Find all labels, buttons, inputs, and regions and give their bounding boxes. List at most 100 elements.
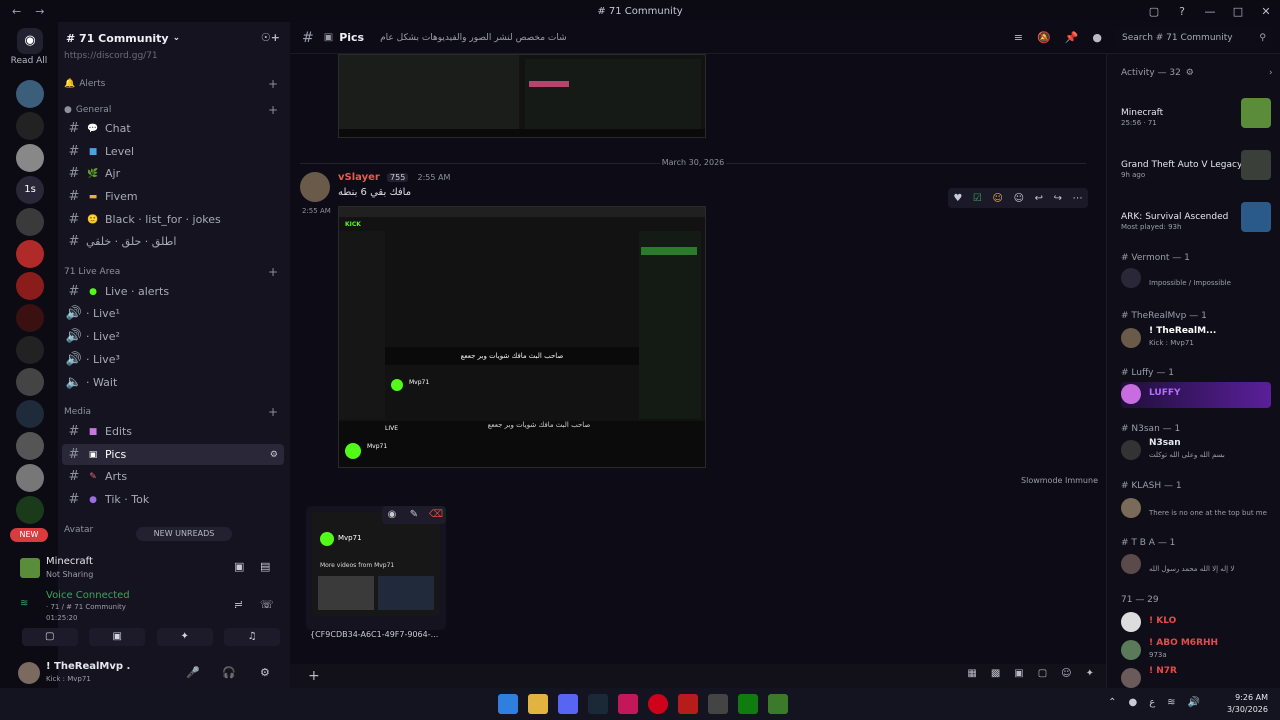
threads-icon[interactable]: ≡: [1014, 31, 1023, 44]
microphone-icon[interactable]: ●: [1128, 697, 1137, 708]
add-channel-icon[interactable]: +: [268, 405, 278, 419]
category-alerts[interactable]: 🔔 Alerts +: [64, 76, 284, 92]
apps-icon[interactable]: ▦: [967, 668, 976, 679]
maximize-button[interactable]: □: [1224, 5, 1252, 18]
server-icon[interactable]: [16, 144, 44, 172]
forward-icon[interactable]: ↪: [1054, 193, 1062, 204]
disconnect-icon[interactable]: ☏: [260, 598, 274, 611]
previous-screenshot[interactable]: [338, 54, 706, 138]
link-preview[interactable]: https://discord.gg/71: [64, 48, 284, 64]
microphone-icon[interactable]: 🎤: [186, 666, 200, 679]
activities-icon[interactable]: ✦: [1086, 668, 1094, 679]
category-general[interactable]: ● General +: [64, 102, 284, 118]
add-channel-icon[interactable]: +: [268, 103, 278, 117]
server-icon[interactable]: [16, 240, 44, 268]
voice-channel-live1[interactable]: 🔊 · Live¹: [62, 303, 284, 324]
emoji-icon[interactable]: ☺: [1061, 668, 1071, 679]
member-item[interactable]: N3san بسم الله وعلى الله توكلت: [1121, 438, 1271, 464]
category-media[interactable]: Media +: [64, 404, 284, 420]
game-activity[interactable]: Minecraft 25:56 · 71: [1121, 98, 1271, 128]
app-icon[interactable]: [678, 694, 698, 714]
member-item[interactable]: ! KLO: [1121, 610, 1271, 636]
mute-icon[interactable]: 🔕: [1037, 31, 1051, 44]
search-input[interactable]: Search # 71 Community ⚲: [1114, 28, 1272, 48]
member-item[interactable]: There is no one at the top but me: [1121, 496, 1271, 522]
member-item[interactable]: ! ABO M6RHH 973a: [1121, 638, 1271, 664]
channel-live-alerts[interactable]: # ● Live · alerts: [62, 281, 284, 302]
noise-suppression-icon[interactable]: ≓: [234, 598, 243, 611]
camera-off-icon[interactable]: ▢: [21, 628, 78, 646]
new-unreads-pill[interactable]: NEW UNREADS: [136, 527, 232, 541]
gear-icon[interactable]: ⚙: [1186, 68, 1194, 78]
headphones-icon[interactable]: 🎧: [222, 666, 236, 679]
reply-icon[interactable]: ↩: [1035, 193, 1043, 204]
member-item[interactable]: LUFFY: [1121, 382, 1271, 408]
discord-icon[interactable]: [558, 694, 578, 714]
game-activity[interactable]: Grand Theft Auto V Legacy 9h ago: [1121, 150, 1271, 180]
server-folder[interactable]: 1s: [16, 176, 44, 204]
voice-channel-live2[interactable]: 🔊 · Live²: [62, 326, 284, 347]
soundboard-icon[interactable]: ♫: [224, 628, 281, 646]
voice-location[interactable]: · 71 / # 71 Community: [46, 603, 126, 611]
close-button[interactable]: ✕: [1252, 5, 1280, 18]
members-icon[interactable]: ●: [1092, 31, 1102, 44]
language-icon[interactable]: ع: [1149, 697, 1155, 708]
channel-fivem[interactable]: # ▬ Fivem: [62, 186, 284, 207]
voice-channel-wait[interactable]: 🔈 · Wait: [62, 372, 284, 393]
read-all-button[interactable]: Read All: [0, 56, 58, 66]
activities-icon[interactable]: ✦: [156, 628, 213, 646]
add-channel-icon[interactable]: +: [268, 77, 278, 91]
server-icon[interactable]: [16, 112, 44, 140]
channel-pics[interactable]: # ▣ Pics ⚙: [62, 444, 284, 465]
server-icon[interactable]: [16, 400, 44, 428]
game-activity[interactable]: ARK: Survival Ascended Most played: 93h: [1121, 202, 1271, 232]
avatar[interactable]: [300, 172, 330, 202]
add-reaction-icon[interactable]: ☺: [1014, 193, 1024, 204]
gift-icon[interactable]: ▩: [991, 668, 1000, 679]
server-icon[interactable]: [16, 464, 44, 492]
server-icon[interactable]: [16, 368, 44, 396]
steam-icon[interactable]: [588, 694, 608, 714]
member-item[interactable]: ! N7R: [1121, 666, 1271, 688]
screen-share-icon[interactable]: ▣: [89, 628, 146, 646]
trash-icon[interactable]: ⌫: [426, 506, 446, 524]
channel-tiktok[interactable]: # ● Tik · Tok: [62, 489, 284, 510]
gif-icon[interactable]: ▣: [1014, 668, 1023, 679]
minimize-button[interactable]: —: [1196, 5, 1224, 18]
wifi-icon[interactable]: ≋: [1167, 697, 1175, 708]
chevron-right-icon[interactable]: ›: [1269, 68, 1273, 78]
help-icon[interactable]: ?: [1168, 5, 1196, 18]
share-screen-icon[interactable]: ▤: [260, 560, 270, 573]
category-live-area[interactable]: 71 Live Area +: [64, 264, 284, 280]
avatar[interactable]: [18, 662, 40, 684]
file-explorer-icon[interactable]: [528, 694, 548, 714]
server-icon[interactable]: [16, 336, 44, 364]
add-user-icon[interactable]: ☉+: [261, 31, 280, 44]
channel-black-list[interactable]: # 🙂 Black · list_for · jokes: [62, 209, 284, 230]
inbox-icon[interactable]: ▢: [1140, 5, 1168, 18]
check-icon[interactable]: ☑: [973, 193, 982, 204]
server-icon[interactable]: [16, 80, 44, 108]
gear-icon[interactable]: ⚙: [260, 666, 270, 679]
eye-icon[interactable]: ◉: [382, 506, 402, 524]
sticker-icon[interactable]: ▢: [1038, 668, 1047, 679]
start-icon[interactable]: [498, 694, 518, 714]
add-channel-icon[interactable]: +: [268, 265, 278, 279]
server-icon[interactable]: [16, 208, 44, 236]
pin-icon[interactable]: 📌: [1065, 31, 1079, 44]
channel-arts[interactable]: # ✎ Arts: [62, 466, 284, 487]
new-badge[interactable]: NEW: [10, 528, 48, 542]
forward-icon[interactable]: →: [35, 5, 44, 18]
member-item[interactable]: لا إله إلا الله محمد رسول الله: [1121, 552, 1271, 578]
server-icon[interactable]: [16, 496, 44, 524]
chevron-up-icon[interactable]: ⌃: [1108, 697, 1116, 708]
back-icon[interactable]: ←: [12, 5, 21, 18]
channel-level[interactable]: # ■ Level: [62, 141, 284, 162]
server-icon[interactable]: [16, 272, 44, 300]
app-icon[interactable]: [618, 694, 638, 714]
message-author[interactable]: vSlayer: [338, 172, 380, 183]
opera-icon[interactable]: [648, 694, 668, 714]
voice-channel-live3[interactable]: 🔊 · Live³: [62, 349, 284, 370]
channel-topic[interactable]: شات مخصص لنشر الصور والفيديوهات بشكل عام: [380, 33, 567, 43]
volume-icon[interactable]: 🔊: [1188, 697, 1200, 708]
